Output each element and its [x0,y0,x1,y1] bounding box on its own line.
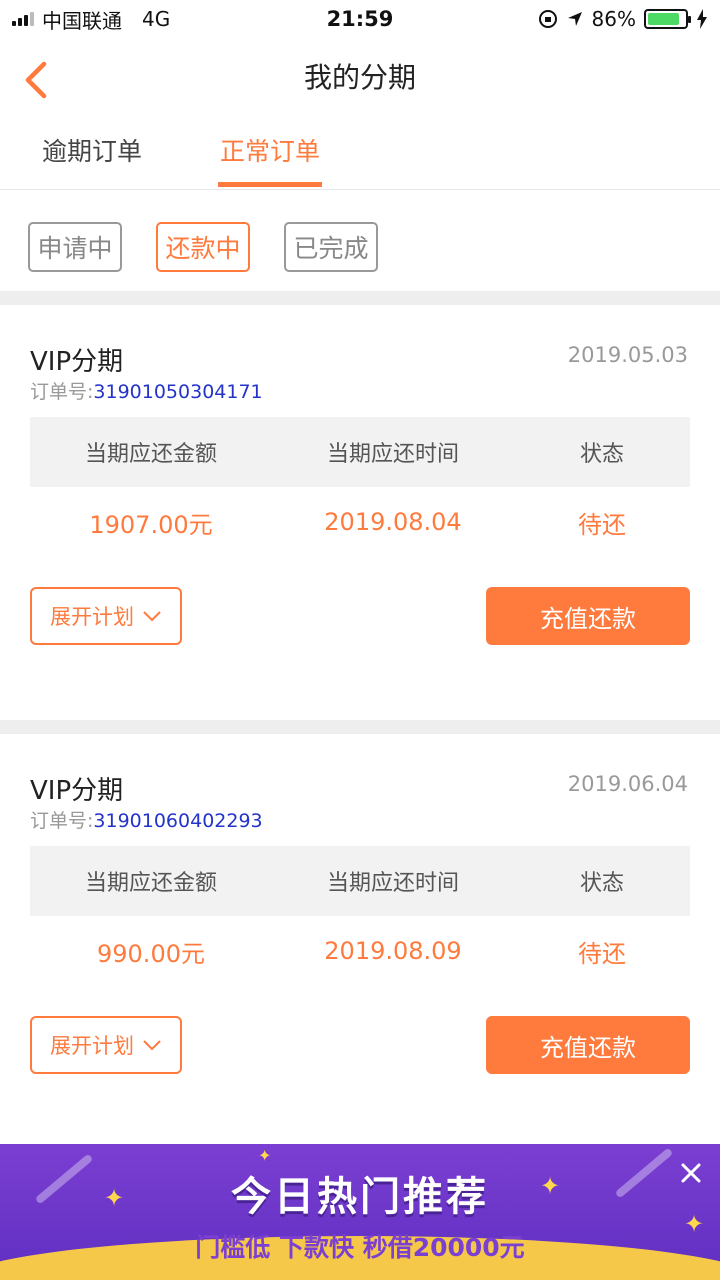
table-header: 当期应还金额 当期应还时间 状态 [30,846,690,916]
order-card: VIP分期 2019.06.04 订单号:31901060402293 当期应还… [0,734,720,1144]
back-button[interactable] [18,58,58,102]
order-tabs: 逾期订单 正常订单 [0,118,720,190]
battery-fill [648,13,679,25]
tab-overdue-orders[interactable]: 逾期订单 [42,132,142,188]
header-due-date: 当期应还时间 [326,871,459,896]
order-date: 2019.06.04 [567,772,688,796]
banner-subtitle: 门槛低 下款快 秒借20000元 [195,1233,525,1262]
filter-completed[interactable]: 已完成 [284,222,378,272]
network-label: 4G [142,7,171,31]
order-number-row: 订单号:31901050304171 [30,377,263,404]
table-row: 990.00元 2019.08.09 待还 [30,916,690,986]
location-arrow-icon [567,12,582,26]
amount-value: 1907.00元 [89,510,213,539]
amount-value: 990.00元 [97,939,205,968]
order-title: VIP分期 [30,776,124,806]
status-value: 待还 [578,939,626,968]
order-number-label: 订单号: [30,381,94,403]
header-status: 状态 [579,871,624,896]
battery-percent: 86% [591,7,636,31]
due-date-value: 2019.08.04 [324,508,462,536]
expand-plan-button[interactable]: 展开计划 [30,1016,182,1074]
due-date-value: 2019.08.09 [324,937,462,965]
expand-plan-button[interactable]: 展开计划 [30,587,182,645]
signal-icon [12,12,34,26]
status-bar: 中国联通 4G 21:59 86% [0,0,720,38]
table-row: 1907.00元 2019.08.04 待还 [30,487,690,557]
recharge-repay-button[interactable]: 充值还款 [486,1016,690,1074]
carrier-label: 中国联通 [42,8,122,33]
tab-normal-orders[interactable]: 正常订单 [220,132,320,188]
banner-title: 今日热门推荐 [231,1174,489,1220]
battery-icon [644,9,691,29]
banner-close-button[interactable] [676,1158,706,1188]
order-number: 31901050304171 [93,381,263,403]
status-left: 中国联通 4G [12,5,170,34]
orientation-lock-icon [538,10,557,28]
chevron-down-icon [143,1040,161,1051]
order-number: 31901060402293 [93,810,263,832]
expand-plan-label: 展开计划 [50,1034,134,1058]
page-title: 我的分期 [303,61,416,94]
header-amount: 当期应还金额 [84,442,217,467]
status-right: 86% [538,7,708,31]
recharge-repay-button[interactable]: 充值还款 [486,587,690,645]
filter-repaying[interactable]: 还款中 [156,222,250,272]
chevron-left-icon [25,61,47,99]
promo-banner[interactable]: ✦ ✦ ✦ ✦ 今日热门推荐 门槛低 下款快 秒借20000元 [0,1144,720,1280]
table-header: 当期应还金额 当期应还时间 状态 [30,417,690,487]
header-amount: 当期应还金额 [84,871,217,896]
close-icon [681,1163,701,1183]
header-due-date: 当期应还时间 [326,442,459,467]
status-filters: 申请中 还款中 已完成 [28,222,378,272]
status-value: 待还 [578,510,626,539]
section-divider [0,291,720,305]
order-number-label: 订单号: [30,810,94,832]
active-tab-indicator [218,182,322,187]
nav-bar: 我的分期 [0,38,720,118]
charging-icon [697,9,707,29]
order-date: 2019.05.03 [567,343,688,367]
filter-applying[interactable]: 申请中 [28,222,122,272]
order-number-row: 订单号:31901060402293 [30,806,263,833]
section-divider [0,720,720,734]
chevron-down-icon [143,611,161,622]
order-title: VIP分期 [30,347,124,377]
header-status: 状态 [579,442,624,467]
order-card: VIP分期 2019.05.03 订单号:31901050304171 当期应还… [0,305,720,720]
expand-plan-label: 展开计划 [50,605,134,629]
sparkle-icon: ✦ [258,1146,272,1165]
